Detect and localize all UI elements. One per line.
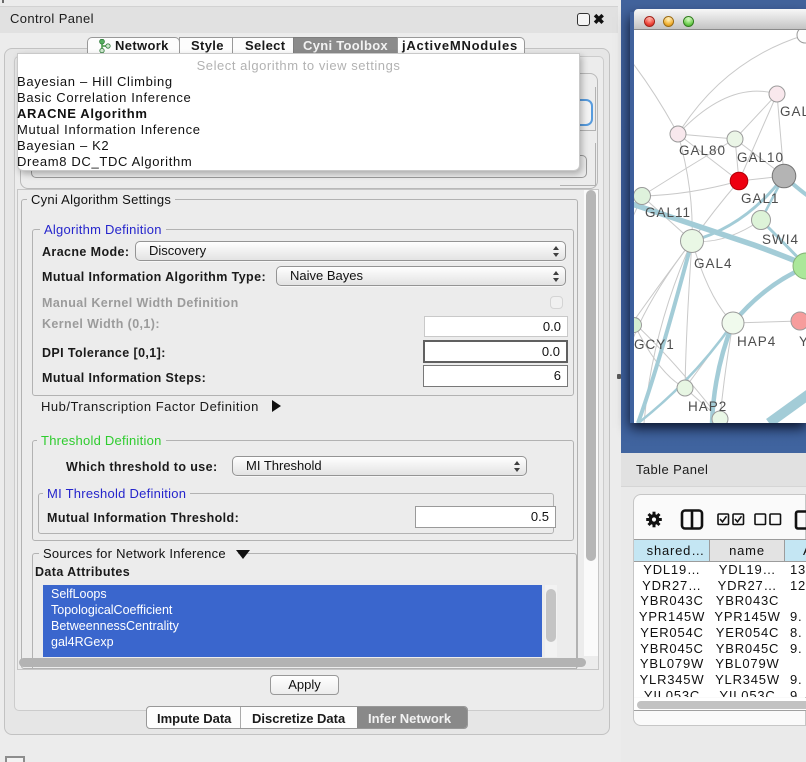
svg-text:GAL10: GAL10: [737, 150, 784, 165]
svg-text:GAL1: GAL1: [741, 191, 780, 206]
svg-text:GCY1: GCY1: [634, 337, 675, 352]
svg-text:SWI4: SWI4: [762, 232, 799, 247]
svg-text:HAP4: HAP4: [737, 334, 776, 349]
svg-text:GAL11: GAL11: [645, 205, 691, 220]
svg-text:GAL7: GAL7: [780, 104, 806, 119]
svg-text:HAP2: HAP2: [688, 399, 727, 414]
svg-text:GAL4: GAL4: [694, 256, 733, 271]
svg-text:Y: Y: [799, 334, 806, 349]
svg-text:GAL80: GAL80: [679, 143, 726, 158]
